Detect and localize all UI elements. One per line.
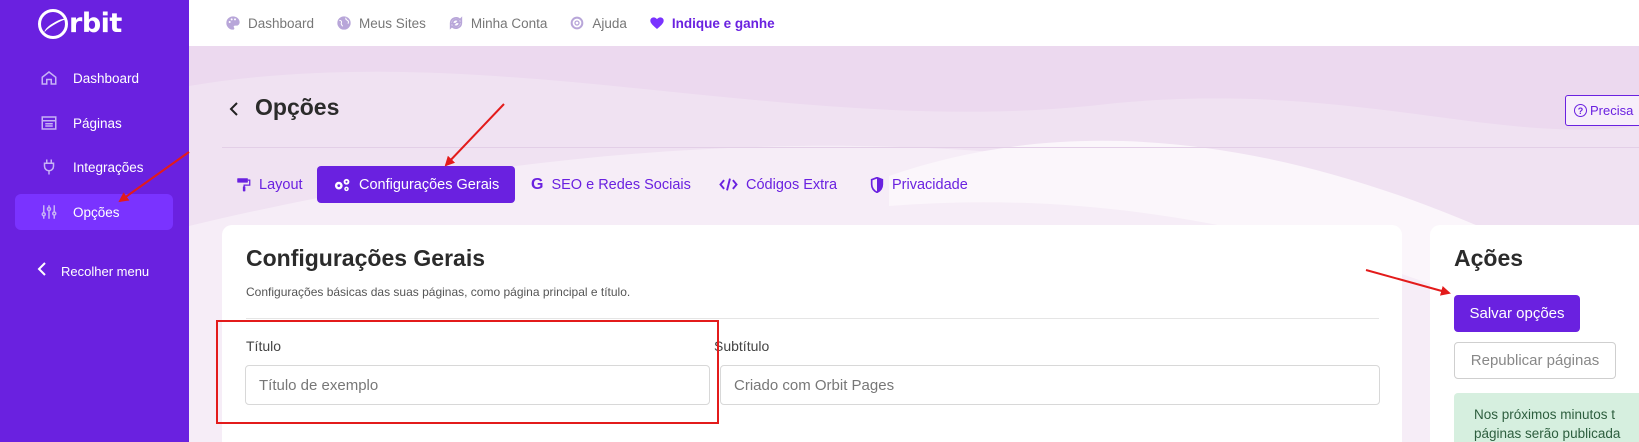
tab-label: SEO e Redes Sociais bbox=[551, 176, 691, 193]
topnav-my-account[interactable]: Minha Conta bbox=[448, 15, 548, 31]
tab-privacy[interactable]: Privacidade bbox=[870, 166, 968, 203]
tab-label: Códigos Extra bbox=[746, 176, 838, 193]
topnav-refer-and-earn[interactable]: Indique e ganhe bbox=[649, 15, 775, 31]
actions-title: Ações bbox=[1454, 245, 1524, 271]
logo-text: rbit bbox=[69, 8, 122, 39]
card-description: Configurações básicas das suas páginas, … bbox=[246, 285, 631, 299]
topnav-label: Dashboard bbox=[248, 15, 315, 31]
sidebar-item-label: Páginas bbox=[73, 115, 122, 131]
orbit-logo-icon bbox=[38, 8, 68, 39]
question-icon: ? bbox=[1574, 104, 1587, 117]
palette-icon bbox=[225, 15, 241, 31]
sidebar-item-options[interactable]: Opções bbox=[15, 194, 173, 230]
tab-general-settings[interactable]: Configurações Gerais bbox=[317, 166, 516, 203]
topnav-label: Indique e ganhe bbox=[671, 15, 775, 31]
card-divider bbox=[246, 318, 1379, 319]
orbit-logo[interactable]: rbit bbox=[38, 8, 122, 39]
help-label: Precisa bbox=[1590, 103, 1634, 118]
shield-icon bbox=[870, 176, 884, 193]
highlight-box bbox=[216, 320, 719, 424]
notice-line: páginas serão publicada bbox=[1474, 426, 1621, 441]
collapse-menu-button[interactable]: Recolher menu bbox=[37, 262, 149, 281]
heart-icon bbox=[649, 15, 665, 31]
actions-card: Ações Salvar opções Republicar páginas N… bbox=[1430, 225, 1639, 442]
chevron-left-icon bbox=[229, 102, 238, 116]
collapse-menu-label: Recolher menu bbox=[61, 264, 150, 279]
tab-layout[interactable]: Layout bbox=[236, 166, 303, 203]
sidebar: rbit Dashboard Páginas Integrações Opçõe… bbox=[0, 0, 189, 442]
tab-label: Layout bbox=[259, 176, 303, 193]
sidebar-item-dashboard[interactable]: Dashboard bbox=[15, 60, 173, 96]
topnav-label: Meus Sites bbox=[359, 15, 426, 31]
page-title: Opções bbox=[255, 94, 340, 120]
topnav-my-sites[interactable]: Meus Sites bbox=[336, 15, 426, 31]
save-options-button[interactable]: Salvar opções bbox=[1454, 295, 1580, 332]
sidebar-item-pages[interactable]: Páginas bbox=[15, 105, 173, 141]
sidebar-item-integrations[interactable]: Integrações bbox=[15, 149, 173, 185]
plug-icon bbox=[39, 157, 59, 177]
google-icon: G bbox=[531, 175, 544, 193]
sidebar-item-label: Opções bbox=[73, 204, 120, 220]
publish-notice: Nos próximos minutos t páginas serão pub… bbox=[1454, 393, 1639, 442]
gears-icon bbox=[333, 177, 351, 193]
topnav-dashboard[interactable]: Dashboard bbox=[225, 15, 314, 31]
pages-icon bbox=[39, 113, 59, 133]
help-button[interactable]: ? Precisa bbox=[1565, 95, 1639, 126]
sidebar-item-label: Integrações bbox=[73, 159, 144, 175]
home-icon bbox=[39, 68, 59, 88]
code-icon bbox=[719, 177, 738, 192]
header-divider bbox=[222, 147, 1639, 148]
top-navigation: Dashboard Meus Sites Minha Conta Ajuda I… bbox=[189, 0, 1639, 46]
sync-icon bbox=[448, 15, 464, 31]
tab-label: Privacidade bbox=[892, 176, 968, 193]
tab-label: Configurações Gerais bbox=[359, 176, 500, 193]
topnav-help[interactable]: Ajuda bbox=[569, 15, 627, 31]
tab-extra-codes[interactable]: Códigos Extra bbox=[719, 166, 837, 203]
chevron-left-icon bbox=[37, 262, 47, 281]
tab-seo-social[interactable]: G SEO e Redes Sociais bbox=[531, 166, 691, 203]
card-title: Configurações Gerais bbox=[246, 245, 486, 271]
notice-line: Nos próximos minutos t bbox=[1474, 407, 1616, 422]
sidebar-item-label: Dashboard bbox=[73, 70, 140, 86]
subtitle-input[interactable] bbox=[720, 365, 1380, 405]
republish-pages-button[interactable]: Republicar páginas bbox=[1454, 342, 1616, 379]
lifebuoy-icon bbox=[569, 15, 585, 31]
back-button[interactable] bbox=[229, 100, 239, 121]
topnav-label: Minha Conta bbox=[470, 15, 548, 31]
globe-icon bbox=[336, 15, 352, 31]
topnav-label: Ajuda bbox=[592, 15, 627, 31]
sliders-icon bbox=[39, 202, 59, 222]
paint-roller-icon bbox=[236, 177, 251, 192]
subtitle-field-label: Subtítulo bbox=[714, 338, 770, 354]
